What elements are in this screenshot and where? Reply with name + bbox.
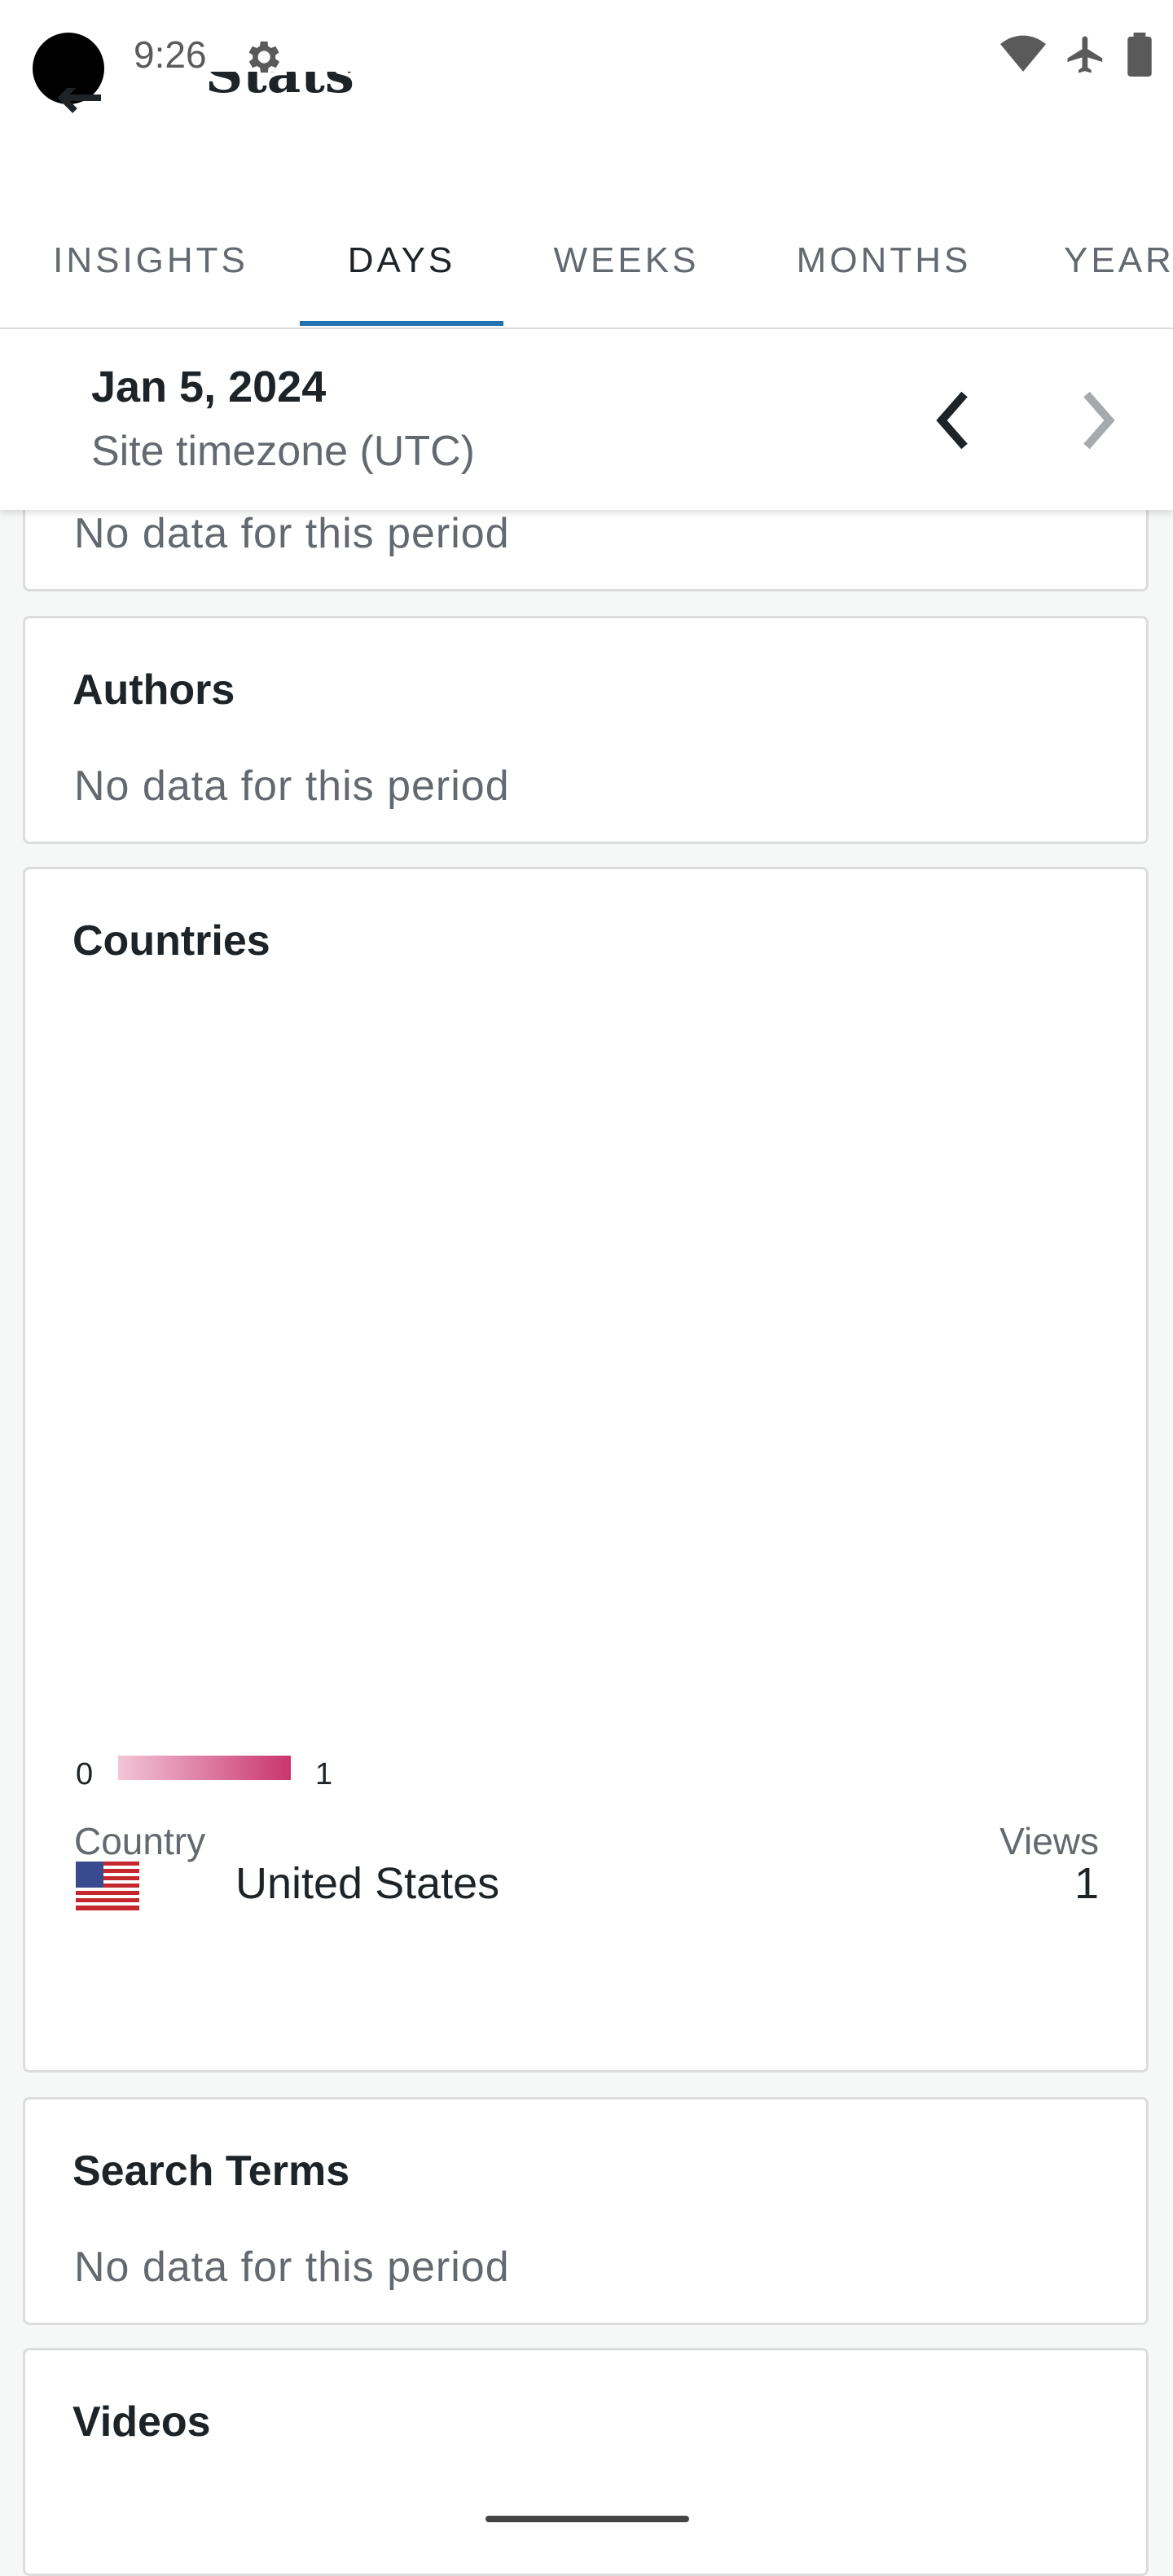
search-terms-empty-text: No data for this period [74, 2244, 510, 2291]
selected-date: Jan 5, 2024 [91, 363, 327, 411]
column-header-views: Views [999, 1820, 1099, 1862]
authors-title: Authors [72, 666, 235, 714]
authors-empty-text: No data for this period [74, 763, 510, 810]
date-navigator: Jan 5, 2024 Site timezone (UTC) [0, 329, 1173, 510]
status-bar: 9:26 [0, 0, 1173, 114]
top-app-bar: 9:26 Stats INSIGHTS DAYS WEEKS MONTHS YE… [0, 0, 1173, 329]
screen-title: Stats [205, 72, 354, 105]
chevron-right-icon[interactable] [1074, 388, 1122, 453]
search-terms-card: Search Terms No data for this period [23, 2097, 1149, 2325]
back-arrow-icon[interactable] [52, 88, 104, 137]
country-views: 1 [1074, 1859, 1099, 1908]
search-terms-title: Search Terms [72, 2147, 350, 2195]
period-tabs: INSIGHTS DAYS WEEKS MONTHS YEARS [0, 204, 1173, 327]
country-name: United States [235, 1859, 500, 1908]
column-header-country: Country [74, 1820, 206, 1862]
countries-card: Countries 0 1 Country Views United State… [23, 867, 1149, 2073]
tab-insights[interactable]: INSIGHTS [33, 204, 269, 327]
videos-card: Videos [23, 2348, 1149, 2576]
chevron-left-icon[interactable] [929, 388, 978, 453]
status-time: 9:26 [134, 33, 207, 76]
timezone-label: Site timezone (UTC) [91, 428, 475, 475]
tab-years[interactable]: YEARS [1064, 204, 1173, 327]
active-tab-indicator [300, 321, 503, 326]
tab-weeks[interactable]: WEEKS [538, 204, 715, 327]
countries-title: Countries [72, 917, 270, 965]
authors-card: Authors No data for this period [23, 616, 1149, 844]
wifi-icon [1000, 35, 1046, 72]
empty-state-text: No data for this period [74, 510, 510, 557]
home-indicator[interactable] [485, 2516, 689, 2522]
battery-icon [1127, 33, 1152, 77]
map-legend-max: 1 [315, 1757, 333, 1791]
map-legend-min: 0 [76, 1757, 94, 1791]
map-legend-gradient [118, 1756, 291, 1780]
tab-months[interactable]: MONTHS [774, 204, 994, 327]
airplane-mode-icon [1067, 36, 1103, 73]
videos-title: Videos [72, 2398, 211, 2446]
us-flag-icon [76, 1862, 139, 1910]
tab-days[interactable]: DAYS [300, 204, 503, 327]
countries-map [72, 1000, 1101, 1717]
